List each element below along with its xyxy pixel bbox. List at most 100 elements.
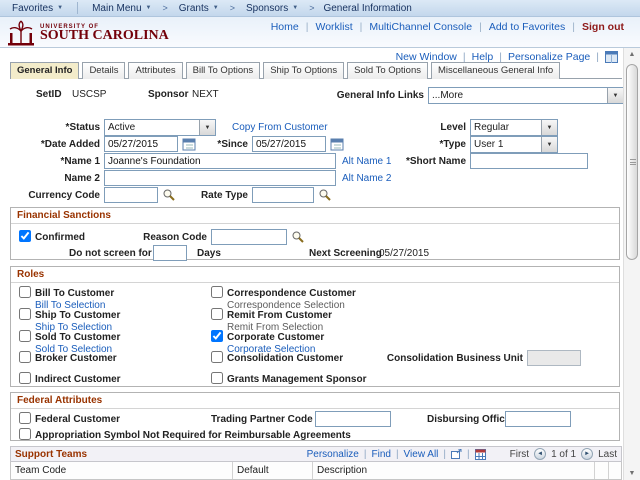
scroll-down-icon[interactable]: ▼: [624, 470, 640, 477]
ship-to-customer-label: Ship To Customer: [35, 310, 121, 321]
last-label: Last: [598, 448, 617, 460]
previous-page-icon[interactable]: ◄: [534, 448, 547, 460]
short-name-input[interactable]: [470, 153, 588, 169]
grid-controls: Personalize | Find | View All | | First ◄ 1…: [307, 448, 617, 460]
add-to-favorites-link[interactable]: Add to Favorites: [489, 21, 565, 33]
home-link[interactable]: Home: [271, 21, 299, 33]
general-info-links-label: General Info Links: [336, 90, 424, 101]
ship-to-customer-checkbox[interactable]: [19, 308, 31, 320]
rate-type-input[interactable]: [252, 187, 314, 203]
appropriation-symbol-checkbox[interactable]: [19, 428, 31, 440]
alt-name1-link[interactable]: Alt Name 1: [342, 156, 391, 167]
bill-to-customer-checkbox[interactable]: [19, 286, 31, 298]
multichannel-console-link[interactable]: MultiChannel Console: [369, 21, 472, 33]
column-team-code: Team Code: [11, 462, 233, 479]
financial-sanctions-title: Financial Sanctions: [11, 208, 619, 224]
lookup-icon[interactable]: [162, 188, 175, 201]
view-all-link[interactable]: View All: [404, 449, 439, 460]
sponsors-label: Sponsors: [246, 2, 289, 14]
rate-type-label: Rate Type: [200, 190, 248, 201]
scrollbar-thumb[interactable]: [626, 64, 638, 260]
breadcrumb-grants[interactable]: Grants ▼: [175, 3, 223, 14]
zoom-grid-icon[interactable]: [451, 449, 462, 459]
correspondence-customer-checkbox[interactable]: [211, 286, 223, 298]
level-select[interactable]: Regular ▼: [470, 119, 558, 136]
tab-ship-to-options[interactable]: Ship To Options: [263, 62, 345, 79]
chevron-down-icon: ▼: [541, 120, 557, 135]
page-position: 1 of 1: [551, 448, 577, 460]
breadcrumb-separator: >: [229, 3, 235, 13]
breadcrumb-main-menu[interactable]: Main Menu ▼: [88, 3, 155, 14]
short-name-label: *Short Name: [405, 156, 466, 167]
favorites-label: Favorites: [12, 2, 54, 14]
scroll-up-icon[interactable]: ▲: [624, 51, 640, 58]
do-not-screen-input[interactable]: [153, 245, 187, 261]
lookup-icon[interactable]: [291, 230, 304, 243]
lookup-icon[interactable]: [318, 188, 331, 201]
copy-from-customer-link[interactable]: Copy From Customer: [232, 122, 328, 133]
support-teams-column-headers: Team Code Default Description: [10, 462, 622, 480]
grants-management-sponsor-label: Grants Management Sponsor: [227, 374, 367, 385]
tab-bar: General Info Details Attributes Bill To …: [10, 62, 561, 79]
status-value: Active: [108, 122, 136, 133]
chevron-down-icon: ▼: [57, 5, 64, 11]
sold-to-customer-checkbox[interactable]: [19, 330, 31, 342]
find-link[interactable]: Find: [371, 449, 390, 460]
indirect-customer-checkbox[interactable]: [19, 372, 31, 384]
federal-customer-checkbox[interactable]: [19, 412, 31, 424]
sign-out-link[interactable]: Sign out: [582, 21, 624, 33]
calendar-icon[interactable]: [182, 137, 196, 151]
remit-from-customer-checkbox[interactable]: [211, 308, 223, 320]
federal-attributes-group: Federal Attributes Federal Customer Trad…: [10, 392, 620, 441]
federal-attributes-title: Federal Attributes: [11, 393, 619, 409]
worklist-link[interactable]: Worklist: [315, 21, 352, 33]
trading-partner-code-input[interactable]: [315, 411, 391, 427]
first-label: First: [509, 448, 530, 460]
name1-input[interactable]: [104, 153, 336, 169]
since-input[interactable]: [252, 136, 326, 152]
personalize-link[interactable]: Personalize: [307, 449, 359, 460]
tab-general-info[interactable]: General Info: [10, 62, 80, 79]
status-select[interactable]: Active ▼: [104, 119, 216, 136]
reason-code-input[interactable]: [211, 229, 287, 245]
copy-url-icon[interactable]: [605, 51, 618, 63]
name2-input[interactable]: [104, 170, 336, 186]
broker-customer-checkbox[interactable]: [19, 351, 31, 363]
chevron-down-icon: ▼: [145, 5, 152, 11]
tab-bill-to-options[interactable]: Bill To Options: [185, 62, 261, 79]
date-added-input[interactable]: [104, 136, 178, 152]
trading-partner-code-label: Trading Partner Code: [211, 414, 313, 425]
tab-sold-to-options[interactable]: Sold To Options: [347, 62, 428, 79]
name2-label: Name 2: [64, 173, 100, 184]
vertical-scrollbar[interactable]: ▲ ▼: [623, 48, 640, 480]
usc-logo: UNIVERSITY OF SOUTH CAROLINA: [6, 19, 169, 47]
confirmed-label: Confirmed: [35, 232, 85, 243]
type-select[interactable]: User 1 ▼: [470, 136, 558, 153]
corporate-customer-label: Corporate Customer: [227, 332, 325, 343]
general-info-links-select[interactable]: ...More ▼: [428, 87, 624, 104]
level-label: Level: [440, 122, 466, 133]
appropriation-symbol-label: Appropriation Symbol Not Required for Re…: [35, 430, 351, 441]
currency-code-input[interactable]: [104, 187, 158, 203]
corporate-customer-checkbox[interactable]: [211, 330, 223, 342]
roles-group: Roles Bill To Customer Bill To Selection…: [10, 266, 620, 387]
link-separator: |: [572, 21, 575, 33]
header-links: Home | Worklist | MultiChannel Console | Ad…: [271, 21, 624, 33]
days-label: Days: [197, 248, 221, 259]
grants-management-sponsor-checkbox[interactable]: [211, 372, 223, 384]
tab-details[interactable]: Details: [82, 62, 126, 79]
calendar-icon[interactable]: [330, 137, 344, 151]
confirmed-checkbox[interactable]: [19, 230, 31, 242]
breadcrumb-favorites[interactable]: Favorites ▼: [8, 3, 67, 14]
alt-name2-link[interactable]: Alt Name 2: [342, 173, 391, 184]
tab-attributes[interactable]: Attributes: [128, 62, 183, 79]
disbursing-office-input[interactable]: [505, 411, 571, 427]
consolidation-customer-checkbox[interactable]: [211, 351, 223, 363]
broker-customer-label: Broker Customer: [35, 353, 117, 364]
breadcrumb-sponsors[interactable]: Sponsors ▼: [242, 3, 302, 14]
download-icon[interactable]: [474, 448, 486, 460]
tab-miscellaneous-general-info[interactable]: Miscellaneous General Info: [431, 62, 561, 79]
name1-label: *Name 1: [60, 156, 100, 167]
next-page-icon[interactable]: ►: [581, 448, 594, 460]
currency-code-label: Currency Code: [28, 190, 100, 201]
